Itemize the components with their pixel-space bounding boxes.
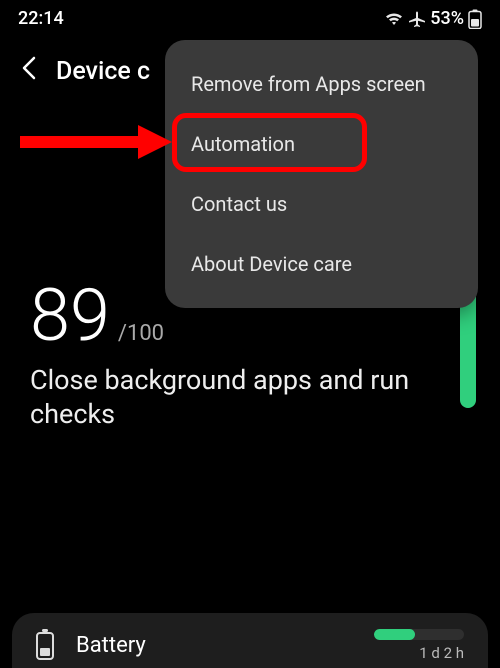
- battery-card[interactable]: Battery 1 d 2 h: [12, 613, 488, 668]
- menu-item-automation[interactable]: Automation: [165, 114, 478, 174]
- status-bar: 22:14 53%: [0, 0, 500, 33]
- status-time: 22:14: [18, 8, 64, 29]
- wifi-icon: [384, 11, 404, 27]
- back-icon[interactable]: [20, 55, 38, 88]
- score-value: 89: [30, 280, 110, 352]
- score-summary: Close background apps and run checks: [30, 364, 470, 432]
- battery-bar-fill: [374, 629, 415, 640]
- score-max: /100: [118, 321, 164, 346]
- battery-icon: [36, 632, 54, 660]
- battery-bar: [374, 629, 464, 640]
- annotation-arrow-icon: [20, 125, 172, 159]
- page-title: Device c: [56, 57, 150, 86]
- menu-item-contact-us[interactable]: Contact us: [165, 174, 478, 234]
- battery-card-title: Battery: [76, 633, 146, 658]
- menu-item-remove-from-apps[interactable]: Remove from Apps screen: [165, 54, 478, 114]
- battery-time-remaining: 1 d 2 h: [419, 644, 464, 662]
- overflow-menu: Remove from Apps screen Automation Conta…: [165, 40, 478, 308]
- airplane-icon: [408, 10, 426, 28]
- status-battery-icon: [468, 9, 482, 29]
- status-icons: 53%: [384, 8, 482, 29]
- menu-item-about[interactable]: About Device care: [165, 234, 478, 294]
- status-battery-pct: 53%: [430, 8, 464, 29]
